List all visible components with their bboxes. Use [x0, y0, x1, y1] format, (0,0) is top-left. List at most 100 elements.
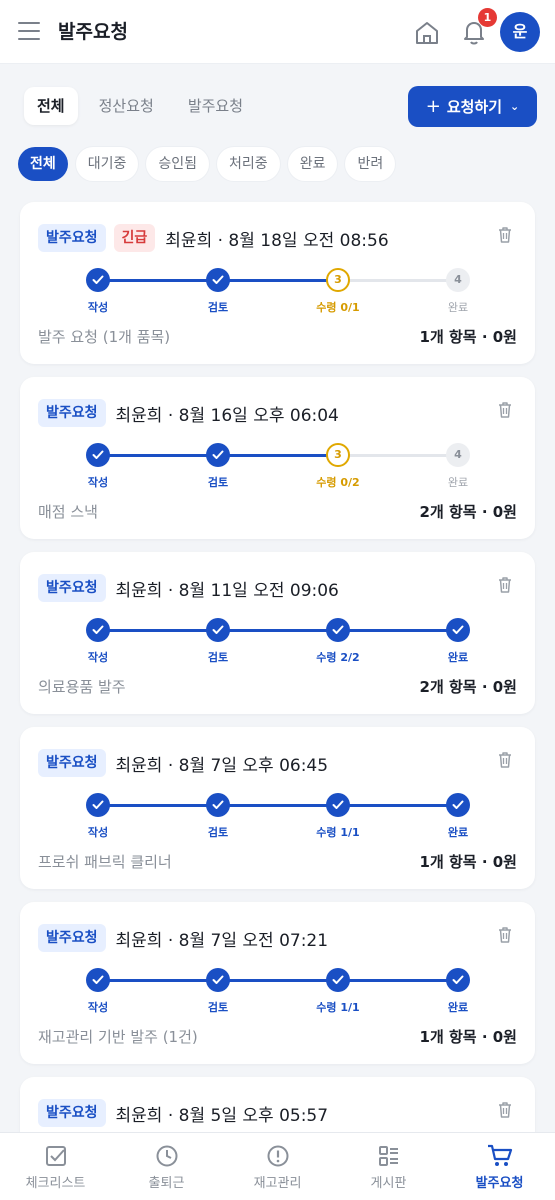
trash-icon[interactable] — [497, 576, 513, 594]
filter-approved[interactable]: 승인됨 — [146, 147, 210, 181]
nav-checklist[interactable]: 체크리스트 — [0, 1133, 111, 1200]
progress-line — [218, 629, 338, 632]
trash-icon[interactable] — [497, 751, 513, 769]
chevron-down-icon: ⌄ — [510, 100, 520, 113]
card-meta: 최윤희 · 8월 5일 오후 05:57 — [115, 1105, 329, 1126]
card-description: 매점 스낵 — [38, 503, 98, 521]
tab-order-request[interactable]: 발주요청 — [175, 87, 256, 125]
step-label: 작성 — [87, 651, 109, 664]
step-marker — [446, 968, 470, 992]
step-marker — [206, 443, 230, 467]
request-card[interactable]: 발주요청 최윤희 · 8월 7일 오후 06:45 작성 검토 수령 1/1 완료 프로쉬 … — [20, 727, 535, 889]
step-label: 검토 — [207, 651, 229, 664]
filter-completed[interactable]: 완료 — [287, 147, 338, 181]
card-header: 발주요청 긴급 최윤희 · 8월 18일 오전 08:56 — [38, 224, 389, 252]
filter-waiting[interactable]: 대기중 — [75, 147, 139, 181]
step-marker — [326, 968, 350, 992]
progress-line — [98, 804, 218, 807]
step-label: 완료 — [447, 1001, 469, 1014]
menu-icon[interactable] — [18, 22, 40, 42]
request-card[interactable]: 발주요청 긴급 최윤희 · 8월 18일 오전 08:56 작성 검토 3 수령 0/1 4 완… — [20, 202, 535, 364]
card-description: 의료용품 발주 — [38, 678, 126, 696]
progress-line — [218, 979, 338, 982]
nav-order-request[interactable]: 발주요청 — [444, 1133, 555, 1200]
card-description: 재고관리 기반 발주 (1건) — [38, 1028, 198, 1046]
step-label: 작성 — [87, 476, 109, 489]
card-header: 발주요청 최윤희 · 8월 16일 오후 06:04 — [38, 399, 339, 427]
step-marker — [326, 618, 350, 642]
step-label: 검토 — [207, 1001, 229, 1014]
nav-inventory[interactable]: 재고관리 — [222, 1133, 333, 1200]
trash-icon[interactable] — [497, 926, 513, 944]
nav-attendance[interactable]: 출퇴근 — [111, 1133, 222, 1200]
type-tag: 발주요청 — [38, 224, 106, 252]
type-tag: 발주요청 — [38, 399, 106, 427]
step-marker — [206, 268, 230, 292]
progress-line — [338, 279, 458, 282]
card-meta: 최윤희 · 8월 7일 오전 07:21 — [115, 930, 329, 951]
progress-tracker: 작성 검토 수령 2/2 완료 — [20, 618, 535, 668]
card-header: 발주요청 최윤희 · 8월 7일 오후 06:45 — [38, 749, 328, 777]
card-header: 발주요청 최윤희 · 8월 7일 오전 07:21 — [38, 924, 328, 952]
card-header: 발주요청 최윤희 · 8월 11일 오전 09:06 — [38, 574, 339, 602]
step-marker — [86, 968, 110, 992]
trash-icon[interactable] — [497, 226, 513, 244]
step-label: 수령 0/2 — [316, 476, 360, 489]
progress-line — [338, 979, 458, 982]
step-marker — [86, 793, 110, 817]
nav-board[interactable]: 게시판 — [333, 1133, 444, 1200]
step-label: 검토 — [207, 476, 229, 489]
step-label: 작성 — [87, 301, 109, 314]
notification-badge: 1 — [478, 8, 497, 27]
progress-line — [338, 804, 458, 807]
progress-tracker: 작성 검토 수령 1/1 완료 — [20, 968, 535, 1018]
request-card[interactable]: 발주요청 최윤희 · 8월 16일 오후 06:04 작성 검토 3 수령 0/2 4 완료 매… — [20, 377, 535, 539]
cart-icon — [487, 1144, 512, 1166]
step-marker — [326, 793, 350, 817]
progress-tracker: 작성 검토 수령 1/1 완료 — [20, 793, 535, 843]
type-tag: 발주요청 — [38, 574, 106, 602]
home-icon[interactable] — [413, 19, 441, 47]
trash-icon[interactable] — [497, 401, 513, 419]
tab-all[interactable]: 전체 — [24, 87, 78, 125]
step-label: 작성 — [87, 1001, 109, 1014]
tab-settlement-request[interactable]: 정산요청 — [86, 87, 167, 125]
step-label: 검토 — [207, 301, 229, 314]
step-marker — [446, 793, 470, 817]
card-summary: 1개 항목 · 0원 — [419, 853, 517, 871]
step-label: 검토 — [207, 826, 229, 839]
create-request-label: 요청하기 — [446, 98, 503, 116]
nav-order-request-label: 발주요청 — [475, 1176, 524, 1191]
type-tag: 발주요청 — [38, 924, 106, 952]
step-label: 완료 — [447, 826, 469, 839]
progress-tracker: 작성 검토 3 수령 0/1 4 완료 — [20, 268, 535, 318]
progress-line — [98, 979, 218, 982]
step-marker — [206, 793, 230, 817]
step-label: 작성 — [87, 826, 109, 839]
type-tag: 발주요청 — [38, 749, 106, 777]
progress-line — [338, 629, 458, 632]
avatar[interactable]: 운 — [500, 12, 540, 52]
progress-line — [98, 454, 218, 457]
nav-board-label: 게시판 — [370, 1176, 407, 1191]
nav-inventory-label: 재고관리 — [253, 1176, 302, 1191]
request-card[interactable]: 발주요청 최윤희 · 8월 7일 오전 07:21 작성 검토 수령 1/1 완료 재고관리… — [20, 902, 535, 1064]
create-request-button[interactable]: + 요청하기 ⌄ — [408, 86, 537, 127]
trash-icon[interactable] — [497, 1101, 513, 1119]
alert-circle-icon — [267, 1145, 288, 1167]
card-description: 프로쉬 패브릭 클리너 — [38, 853, 172, 871]
request-card[interactable]: 발주요청 최윤희 · 8월 11일 오전 09:06 작성 검토 수령 2/2 완료 의료용… — [20, 552, 535, 714]
step-marker — [86, 618, 110, 642]
progress-tracker: 작성 검토 3 수령 0/2 4 완료 — [20, 443, 535, 493]
status-filters: 전체 대기중 승인됨 처리중 완료 반려 — [18, 147, 396, 181]
bottom-nav: 체크리스트 출퇴근 재고관리 게시판 발주요청 — [0, 1132, 555, 1200]
category-tabs: 전체 정산요청 발주요청 — [24, 87, 264, 125]
step-marker: 4 — [446, 268, 470, 292]
filter-processing[interactable]: 처리중 — [217, 147, 280, 181]
step-marker — [446, 618, 470, 642]
clock-icon — [156, 1145, 177, 1167]
filter-rejected[interactable]: 반려 — [345, 147, 396, 181]
step-marker — [206, 618, 230, 642]
type-tag: 발주요청 — [38, 1099, 106, 1127]
filter-all[interactable]: 전체 — [18, 147, 68, 181]
